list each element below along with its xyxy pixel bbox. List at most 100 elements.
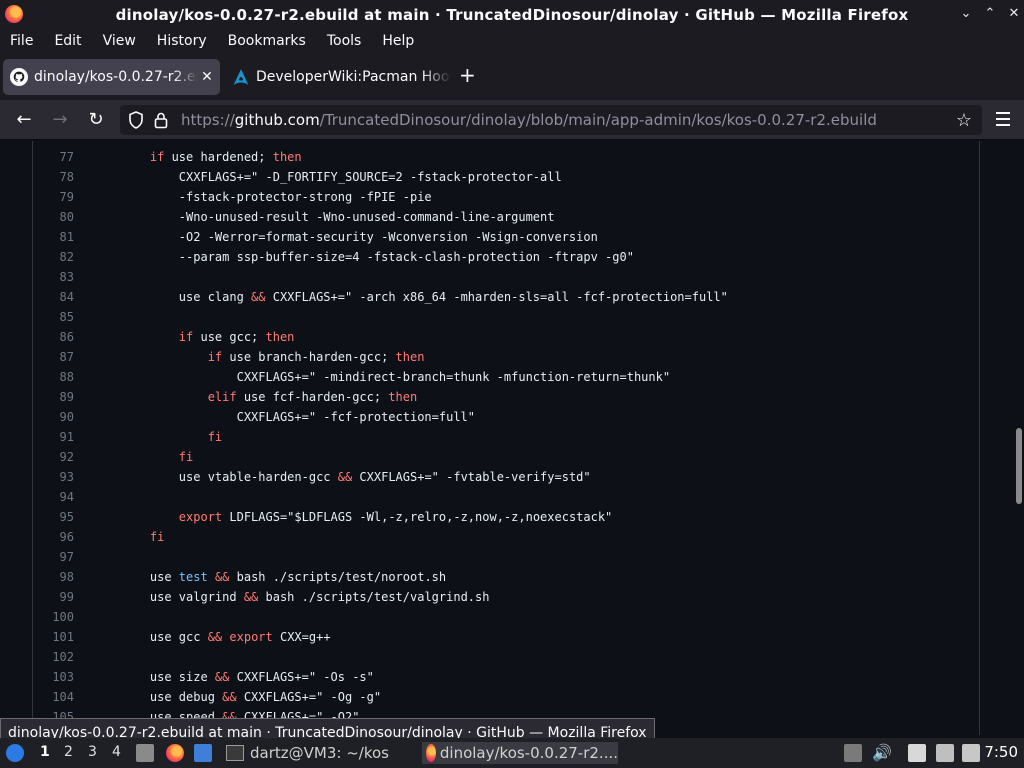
line-number[interactable]: 95 <box>33 507 74 527</box>
line-number[interactable]: 86 <box>33 327 74 347</box>
keyword-token: export <box>229 630 273 644</box>
task-label: dartz@VM3: ~/kos <box>250 744 389 762</box>
volume-icon[interactable]: 🔊 <box>872 744 892 762</box>
line-source: use vtable-harden-gcc && CXXFLAGS+=" -fv… <box>74 467 591 487</box>
workspace-4[interactable]: 4 <box>112 744 121 760</box>
bookmark-star-icon[interactable]: ☆ <box>956 110 972 131</box>
tab-pacman-hooks[interactable]: DeveloperWiki:Pacman Hooks <box>225 59 451 95</box>
keyword-token: export <box>178 510 223 524</box>
line-number[interactable]: 102 <box>33 647 74 667</box>
url-text[interactable]: https://github.com/TruncatedDinosour/din… <box>181 111 877 129</box>
text-token: CXXFLAGS+=" -Os -s" <box>229 670 374 684</box>
line-number[interactable]: 104 <box>33 687 74 707</box>
forward-icon[interactable]: → <box>48 108 72 132</box>
text-token: -O2 -Werror=format-security -Wconversion… <box>121 230 598 244</box>
code-line: 96 fi <box>33 527 979 547</box>
code-line: 101 use gcc && export CXX=g++ <box>33 627 979 647</box>
shield-icon[interactable] <box>128 111 144 129</box>
start-menu-icon[interactable] <box>6 744 24 762</box>
line-number[interactable]: 101 <box>33 627 74 647</box>
text-token: use gcc; <box>193 330 266 344</box>
page-scrollbar[interactable] <box>1014 141 1024 735</box>
line-number[interactable]: 96 <box>33 527 74 547</box>
line-source: use gcc && export CXX=g++ <box>74 627 331 647</box>
hamburger-menu-icon[interactable] <box>996 112 1010 130</box>
text-token: --param ssp-buffer-size=4 -fstack-clash-… <box>121 250 634 264</box>
code-line: 97 <box>33 547 979 567</box>
back-icon[interactable]: ← <box>12 108 36 132</box>
menu-history[interactable]: History <box>147 30 218 54</box>
menu-file[interactable]: File <box>0 30 44 54</box>
show-desktop-icon[interactable] <box>136 744 154 762</box>
line-number[interactable]: 99 <box>33 587 74 607</box>
line-source: CXXFLAGS+=" -D_FORTIFY_SOURCE=2 -fstack-… <box>74 167 562 187</box>
line-number[interactable]: 80 <box>33 207 74 227</box>
line-number[interactable]: 98 <box>33 567 74 587</box>
line-source: fi <box>74 447 193 467</box>
menu-help[interactable]: Help <box>372 30 425 54</box>
line-number[interactable]: 89 <box>33 387 74 407</box>
line-number[interactable]: 79 <box>33 187 74 207</box>
updates-tray-icon[interactable] <box>844 744 862 762</box>
line-source: -O2 -Werror=format-security -Wconversion… <box>74 227 598 247</box>
code-line: 95 export LDFLAGS="$LDFLAGS -Wl,-z,relro… <box>33 507 979 527</box>
workspace-2[interactable]: 2 <box>64 744 73 760</box>
menu-edit[interactable]: Edit <box>44 30 92 54</box>
url-bar[interactable]: https://github.com/TruncatedDinosour/din… <box>120 105 982 135</box>
lock-icon[interactable] <box>153 111 169 129</box>
line-number[interactable]: 81 <box>33 227 74 247</box>
line-source: CXXFLAGS+=" -mindirect-branch=thunk -mfu… <box>74 367 670 387</box>
line-number[interactable]: 88 <box>33 367 74 387</box>
workspace-3[interactable]: 3 <box>88 744 97 760</box>
url-path: /TruncatedDinosour/dinolay/blob/main/app… <box>319 111 877 129</box>
reload-icon[interactable]: ↻ <box>84 108 108 132</box>
line-number[interactable]: 77 <box>33 147 74 167</box>
close-tab-icon[interactable]: ✕ <box>198 69 216 85</box>
line-number[interactable]: 97 <box>33 547 74 567</box>
line-number[interactable]: 90 <box>33 407 74 427</box>
task-firefox[interactable]: dinolay/kos-0.0.27-r2.... <box>422 742 618 764</box>
menu-tools[interactable]: Tools <box>317 30 373 54</box>
line-source: -Wno-unused-result -Wno-unused-command-l… <box>74 207 555 227</box>
minimize-icon[interactable]: ⌄ <box>960 6 972 21</box>
keyword-token: && <box>207 630 223 644</box>
text-token: CXXFLAGS+=" -fcf-protection=full" <box>121 410 476 424</box>
line-number[interactable]: 91 <box>33 427 74 447</box>
file-manager-icon[interactable] <box>194 744 212 762</box>
keyword-token: if <box>207 350 223 364</box>
keyword-token: && <box>214 570 230 584</box>
line-source: elif use fcf-harden-gcc; then <box>74 387 418 407</box>
line-number[interactable]: 94 <box>33 487 74 507</box>
line-number[interactable]: 87 <box>33 347 74 367</box>
line-source <box>74 267 121 287</box>
code-line: 86 if use gcc; then <box>33 327 979 347</box>
firefox-launcher-icon[interactable] <box>166 744 184 762</box>
new-tab-button[interactable]: + <box>459 65 476 85</box>
line-number[interactable]: 82 <box>33 247 74 267</box>
workspace-1[interactable]: 1 <box>40 744 50 760</box>
scrollbar-thumb[interactable] <box>1016 428 1022 504</box>
line-source: export LDFLAGS="$LDFLAGS -Wl,-z,relro,-z… <box>74 507 613 527</box>
url-host: github.com <box>234 111 320 129</box>
menu-bookmarks[interactable]: Bookmarks <box>218 30 317 54</box>
task-label: dinolay/kos-0.0.27-r2.... <box>439 744 618 762</box>
line-number[interactable]: 92 <box>33 447 74 467</box>
line-number[interactable]: 83 <box>33 267 74 287</box>
line-number[interactable]: 78 <box>33 167 74 187</box>
close-window-icon[interactable]: ✕ <box>1008 6 1020 21</box>
line-number[interactable]: 93 <box>33 467 74 487</box>
tab-github-ebuild[interactable]: dinolay/kos-0.0.27-r2.ebuild at main · T… <box>3 59 220 95</box>
menu-view[interactable]: View <box>93 30 147 54</box>
page-content: 77 if use hardened; then 78 CXXFLAGS+=" -… <box>0 141 1024 735</box>
network-icon[interactable] <box>936 744 954 762</box>
task-terminal[interactable]: dartz@VM3: ~/kos <box>226 742 416 764</box>
maximize-icon[interactable]: ⌃ <box>984 6 996 21</box>
line-number[interactable]: 85 <box>33 307 74 327</box>
line-number[interactable]: 100 <box>33 607 74 627</box>
line-number[interactable]: 103 <box>33 667 74 687</box>
line-number[interactable]: 84 <box>33 287 74 307</box>
clipboard-icon[interactable] <box>908 744 926 762</box>
keyword-token: then <box>265 330 295 344</box>
notifications-icon[interactable] <box>962 744 980 762</box>
